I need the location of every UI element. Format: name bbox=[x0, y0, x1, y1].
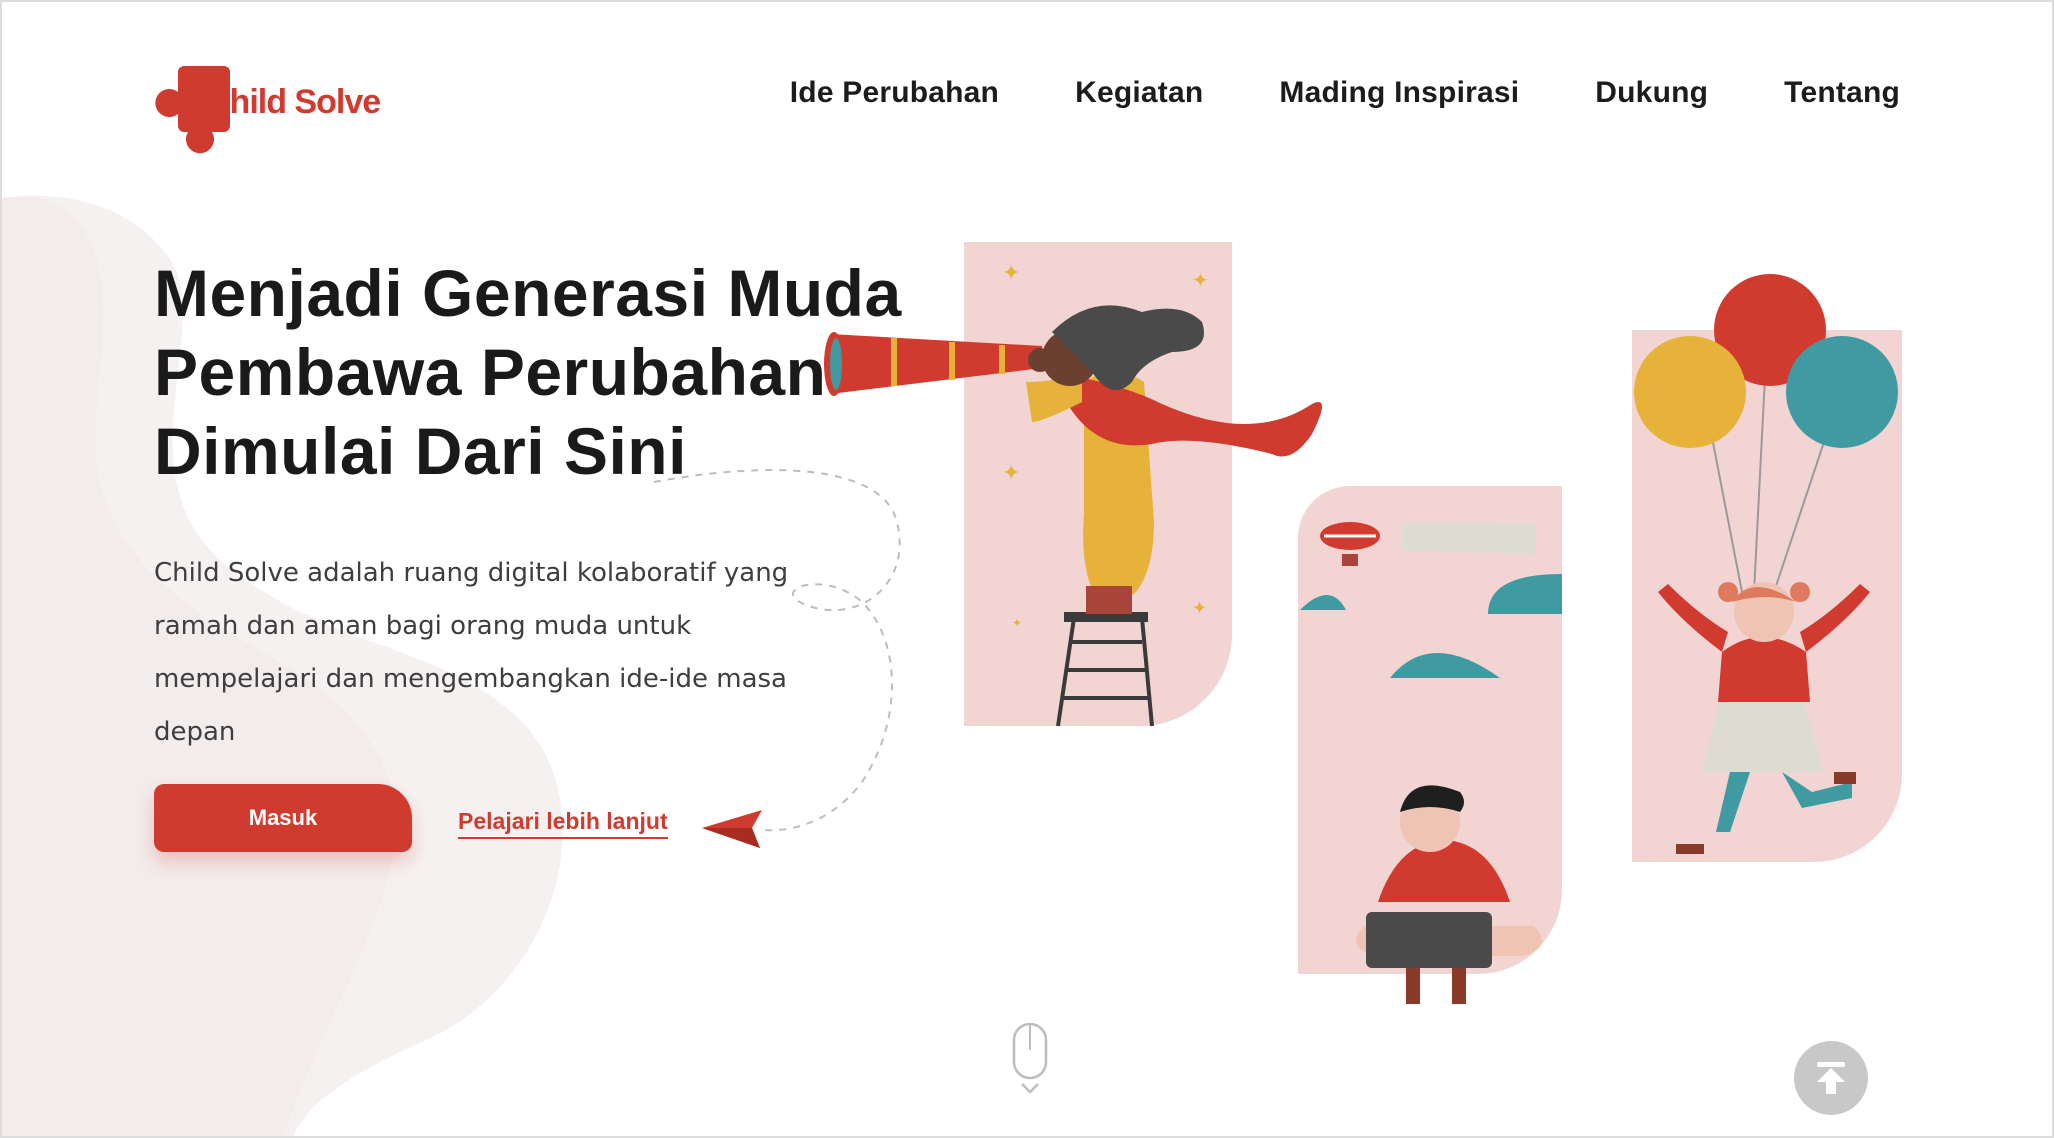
page-frame: Child Solve Ide Perubahan Kegiatan Madin… bbox=[0, 0, 2054, 1138]
nav-item-mading-inspirasi[interactable]: Mading Inspirasi bbox=[1279, 76, 1519, 110]
panel-laptop-boy bbox=[1298, 486, 1562, 1004]
arrow-up-to-line-icon bbox=[1817, 1062, 1845, 1094]
login-button[interactable]: Masuk bbox=[154, 784, 412, 852]
hero-title: Menjadi Generasi Muda Pembawa Perubahan … bbox=[154, 254, 902, 491]
learn-more-link[interactable]: Pelajari lebih lanjut bbox=[458, 808, 668, 839]
nav-item-tentang[interactable]: Tentang bbox=[1784, 76, 1900, 110]
back-to-top-button[interactable] bbox=[1794, 1041, 1868, 1115]
svg-text:✦: ✦ bbox=[1012, 616, 1022, 630]
svg-text:✦: ✦ bbox=[1192, 598, 1207, 618]
brand-name: Child Solve bbox=[206, 83, 381, 121]
hero-title-line-2: Pembawa Perubahan bbox=[154, 335, 827, 409]
svg-text:✦: ✦ bbox=[1192, 270, 1209, 292]
hero-description: Child Solve adalah ruang digital kolabor… bbox=[154, 558, 789, 747]
paper-plane-icon bbox=[702, 810, 762, 848]
svg-text:✦: ✦ bbox=[1002, 460, 1020, 485]
nav-item-dukung[interactable]: Dukung bbox=[1595, 76, 1708, 110]
nav-item-kegiatan[interactable]: Kegiatan bbox=[1075, 76, 1203, 110]
panel-balloon-girl bbox=[1632, 274, 1902, 862]
main-nav: Ide Perubahan Kegiatan Mading Inspirasi … bbox=[790, 76, 1900, 110]
hero-title-line-1: Menjadi Generasi Muda bbox=[154, 256, 902, 330]
nav-item-ide-perubahan[interactable]: Ide Perubahan bbox=[790, 76, 999, 110]
brand-logo[interactable]: Child Solve bbox=[154, 62, 381, 154]
mouse-scroll-icon bbox=[1012, 1022, 1048, 1094]
svg-text:✦: ✦ bbox=[1002, 260, 1020, 285]
hero-title-line-3: Dimulai Dari Sini bbox=[154, 414, 687, 488]
